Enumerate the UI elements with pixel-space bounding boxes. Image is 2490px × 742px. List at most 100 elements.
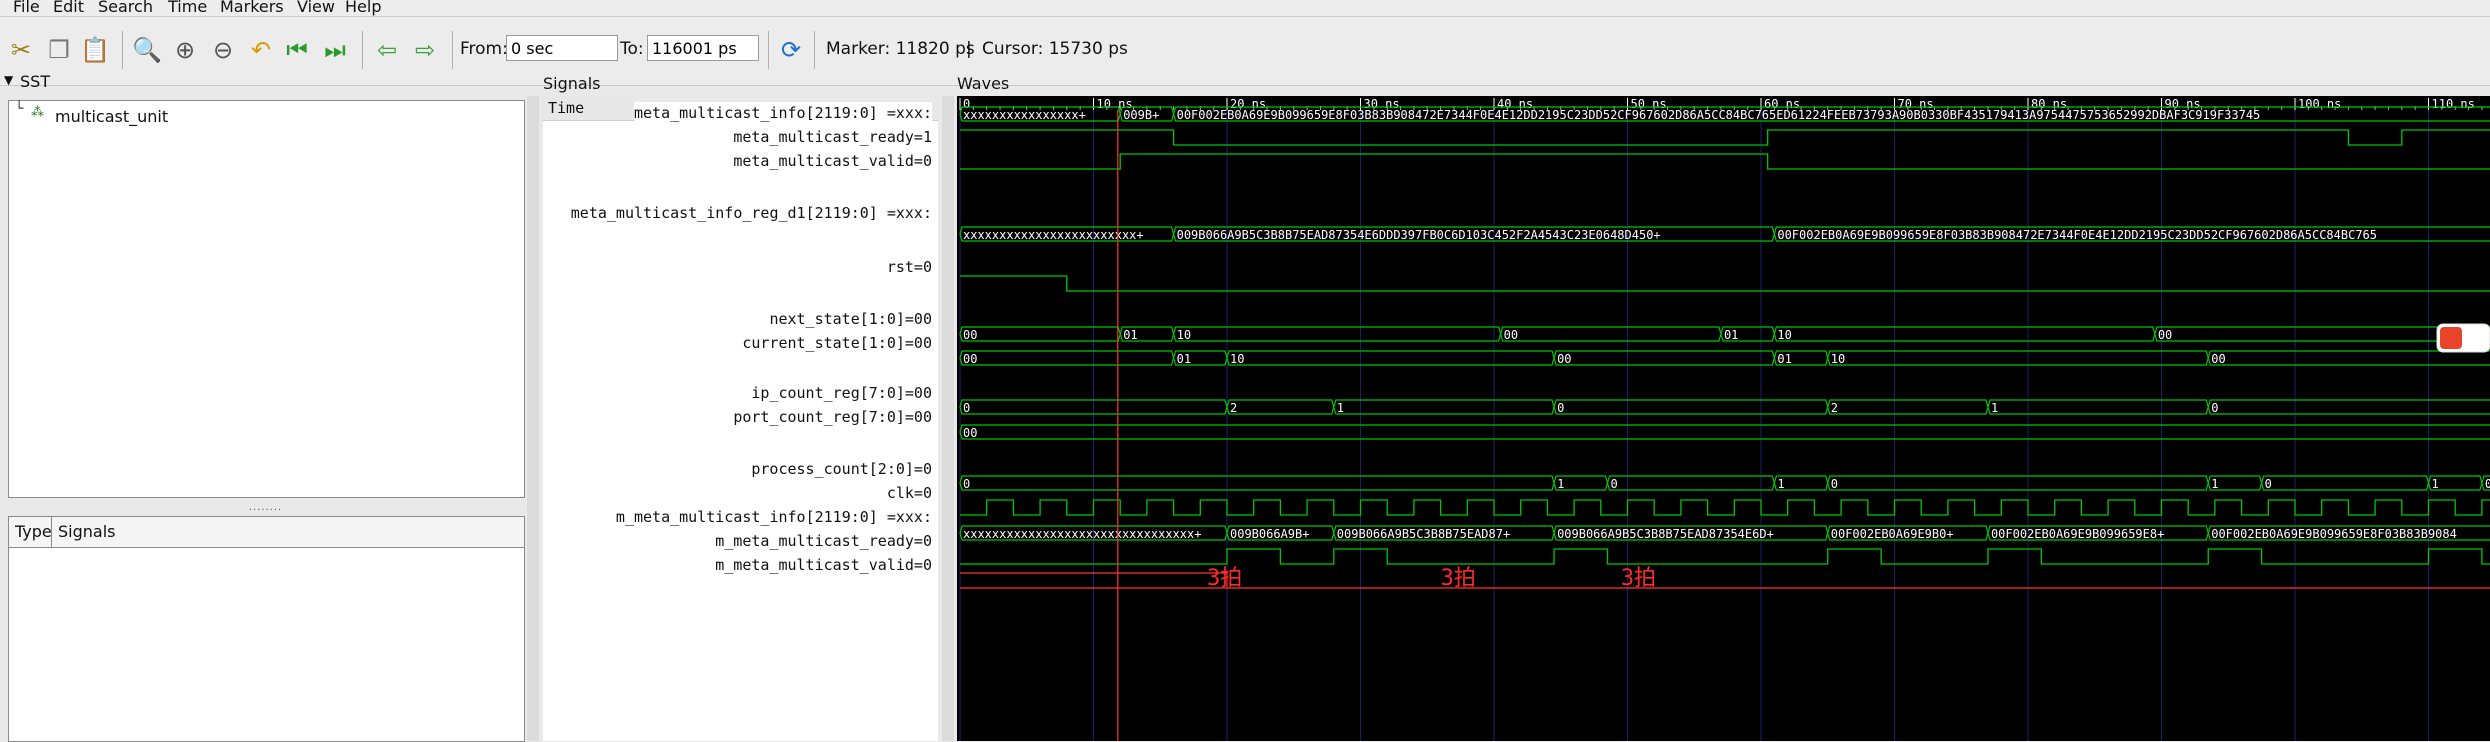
menu-bar: File Edit Search Time Markers View Help bbox=[0, 0, 2490, 17]
tree-item-multicast-unit[interactable]: multicast_unit bbox=[55, 107, 168, 126]
tick-label: 110 ns bbox=[2432, 97, 2475, 111]
vertical-splitter[interactable] bbox=[942, 96, 954, 741]
from-time-input[interactable] bbox=[506, 35, 618, 61]
current-state-value: 00 bbox=[1557, 352, 1571, 366]
module-icon: ⁂ bbox=[31, 105, 44, 120]
signal-name[interactable]: meta_multicast_valid=0 bbox=[733, 150, 932, 173]
ip-count-value: 0 bbox=[1557, 401, 1564, 415]
tick-label: 100 ns bbox=[2298, 97, 2341, 111]
process-count-segment bbox=[2261, 475, 2430, 491]
signal-name[interactable]: m_meta_multicast_info[2119:0] =xxx: bbox=[615, 506, 932, 529]
column-signals[interactable]: Signals bbox=[58, 522, 115, 541]
next-state-value: 00 bbox=[1504, 328, 1518, 342]
signal-name[interactable]: m_meta_multicast_valid=0 bbox=[715, 554, 932, 577]
meta-info-value: 00F002EB0A69E9B099659E8F03B83B908472E734… bbox=[1177, 108, 2261, 122]
waves-title: Waves bbox=[957, 74, 1010, 93]
collapse-triangle-icon[interactable]: ▼ bbox=[4, 73, 13, 87]
sst-header[interactable]: ▼ SST bbox=[0, 72, 535, 95]
marker-readout: Marker: 11820 ps bbox=[826, 39, 975, 59]
menu-search[interactable]: Search bbox=[98, 0, 153, 16]
info-reg-d1-value: 009B066A9B5C3B8B75EAD87354E6DDD397FB0C6D… bbox=[1177, 228, 1661, 242]
signal-name[interactable]: m_meta_multicast_ready=0 bbox=[715, 530, 932, 553]
signal-name[interactable]: current_state[1:0]=00 bbox=[742, 332, 932, 355]
column-type[interactable]: Type bbox=[15, 522, 52, 541]
port-count-segment bbox=[959, 424, 2490, 440]
zoom-out-icon[interactable]: ⊖ bbox=[208, 35, 238, 65]
menu-help[interactable]: Help bbox=[345, 0, 381, 16]
m-info-value: 009B066A9B5C3B8B75EAD87354E6D+ bbox=[1557, 527, 1774, 541]
menu-view[interactable]: View bbox=[297, 0, 335, 16]
meta-info-value: 009B+ bbox=[1123, 108, 1159, 122]
find-next-edge-icon[interactable]: ⇨ bbox=[410, 35, 440, 65]
zoom-in-icon[interactable]: ⊕ bbox=[170, 35, 200, 65]
zoom-to-end-icon[interactable]: ⏭ bbox=[320, 35, 350, 65]
cut-icon[interactable]: ✂ bbox=[6, 35, 36, 65]
signal-name[interactable]: port_count_reg[7:0]=00 bbox=[733, 406, 932, 429]
menu-edit[interactable]: Edit bbox=[53, 0, 84, 16]
ip-count-value: 1 bbox=[1991, 401, 1998, 415]
current-state-segment bbox=[2207, 350, 2490, 366]
next-state-segment bbox=[1773, 326, 2156, 342]
signal-name[interactable]: process_count[2:0]=0 bbox=[751, 458, 932, 481]
next-state-value: 01 bbox=[1123, 328, 1137, 342]
process-count-value: 0 bbox=[963, 477, 970, 491]
current-state-value: 01 bbox=[1177, 352, 1191, 366]
ip-count-value: 2 bbox=[1230, 401, 1237, 415]
type-signals-header: Type Signals bbox=[8, 516, 525, 548]
menu-markers[interactable]: Markers bbox=[220, 0, 284, 16]
zoom-fit-icon[interactable]: 🔍 bbox=[132, 35, 162, 65]
beat-annotation: 3拍 bbox=[1207, 566, 1242, 591]
zoom-to-start-icon[interactable]: ⏮ bbox=[282, 35, 312, 65]
undefined-waveform bbox=[960, 572, 2490, 589]
signals-list[interactable] bbox=[8, 548, 525, 742]
binary-waveform bbox=[960, 548, 2490, 565]
undo-zoom-icon[interactable]: ↶ bbox=[246, 35, 276, 65]
signal-name[interactable]: rst=0 bbox=[886, 256, 932, 279]
sst-tree[interactable]: └ ⁂ multicast_unit bbox=[8, 100, 525, 498]
pane-splitter[interactable]: ........ bbox=[8, 502, 523, 513]
waveform-canvas[interactable]: 0 10 ns 20 ns 30 ns 40 ns 50 ns 60 ns 70 ns 80 n… bbox=[957, 96, 2490, 741]
process-count-value: 0 bbox=[2485, 477, 2490, 491]
next-state-segment bbox=[1500, 326, 1722, 342]
ip-count-value: 0 bbox=[2211, 401, 2218, 415]
signal-name[interactable]: clk=0 bbox=[886, 482, 932, 505]
signal-name[interactable]: ip_count_reg[7:0]=00 bbox=[751, 382, 932, 405]
sst-title: SST bbox=[20, 72, 51, 91]
ip-count-segment bbox=[1987, 399, 2209, 415]
current-state-segment bbox=[1226, 350, 1555, 366]
signal-name[interactable]: meta_multicast_ready=1 bbox=[733, 126, 932, 149]
menu-file[interactable]: File bbox=[13, 0, 40, 16]
info-reg-d1-value: xxxxxxxxxxxxxxxxxxxxxxxx+ bbox=[963, 228, 1144, 242]
signal-name[interactable]: meta_multicast_info[2119:0] =xxx: bbox=[633, 102, 932, 125]
to-time-input[interactable] bbox=[647, 35, 759, 61]
menu-time[interactable]: Time bbox=[168, 0, 207, 16]
m-info-value: 00F002EB0A69E9B099659E8F03B83B9084 bbox=[2211, 527, 2457, 541]
current-state-segment bbox=[1827, 350, 2209, 366]
signal-name[interactable]: meta_multicast_info_reg_d1[2119:0] =xxx: bbox=[570, 202, 932, 225]
current-state-value: 10 bbox=[1831, 352, 1845, 366]
m-info-value: 00F002EB0A69E9B099659E8+ bbox=[1991, 527, 2164, 541]
paste-icon[interactable]: 📋 bbox=[80, 35, 110, 65]
readout-separator: | bbox=[966, 39, 972, 59]
ip-count-segment bbox=[1827, 399, 1989, 415]
signal-name[interactable]: next_state[1:0]=00 bbox=[769, 308, 932, 331]
next-state-value: 01 bbox=[1724, 328, 1738, 342]
process-count-segment bbox=[1827, 475, 2209, 491]
vertical-splitter[interactable] bbox=[527, 96, 539, 741]
process-count-value: 0 bbox=[1610, 477, 1617, 491]
to-label: To: bbox=[620, 39, 644, 59]
current-state-segment bbox=[1553, 350, 1775, 366]
process-count-segment bbox=[959, 475, 1555, 491]
next-state-value: 10 bbox=[1177, 328, 1191, 342]
m-info-value: 009B066A9B5C3B8B75EAD87+ bbox=[1337, 527, 1510, 541]
info-reg-d1-value: 00F002EB0A69E9B099659E8F03B83B908472E734… bbox=[1777, 228, 2377, 242]
find-previous-edge-icon[interactable]: ⇦ bbox=[372, 35, 402, 65]
waves-pane[interactable]: 0 10 ns 20 ns 30 ns 40 ns 50 ns 60 ns 70 ns 80 n… bbox=[957, 96, 2490, 741]
ip-count-segment bbox=[2207, 399, 2490, 415]
reload-icon[interactable]: ⟳ bbox=[776, 35, 806, 65]
next-state-value: 10 bbox=[1777, 328, 1791, 342]
ip-count-value: 2 bbox=[1831, 401, 1838, 415]
time-label: Time bbox=[548, 99, 585, 117]
copy-icon[interactable]: ❐ bbox=[44, 35, 74, 65]
process-count-value: 1 bbox=[2432, 477, 2439, 491]
